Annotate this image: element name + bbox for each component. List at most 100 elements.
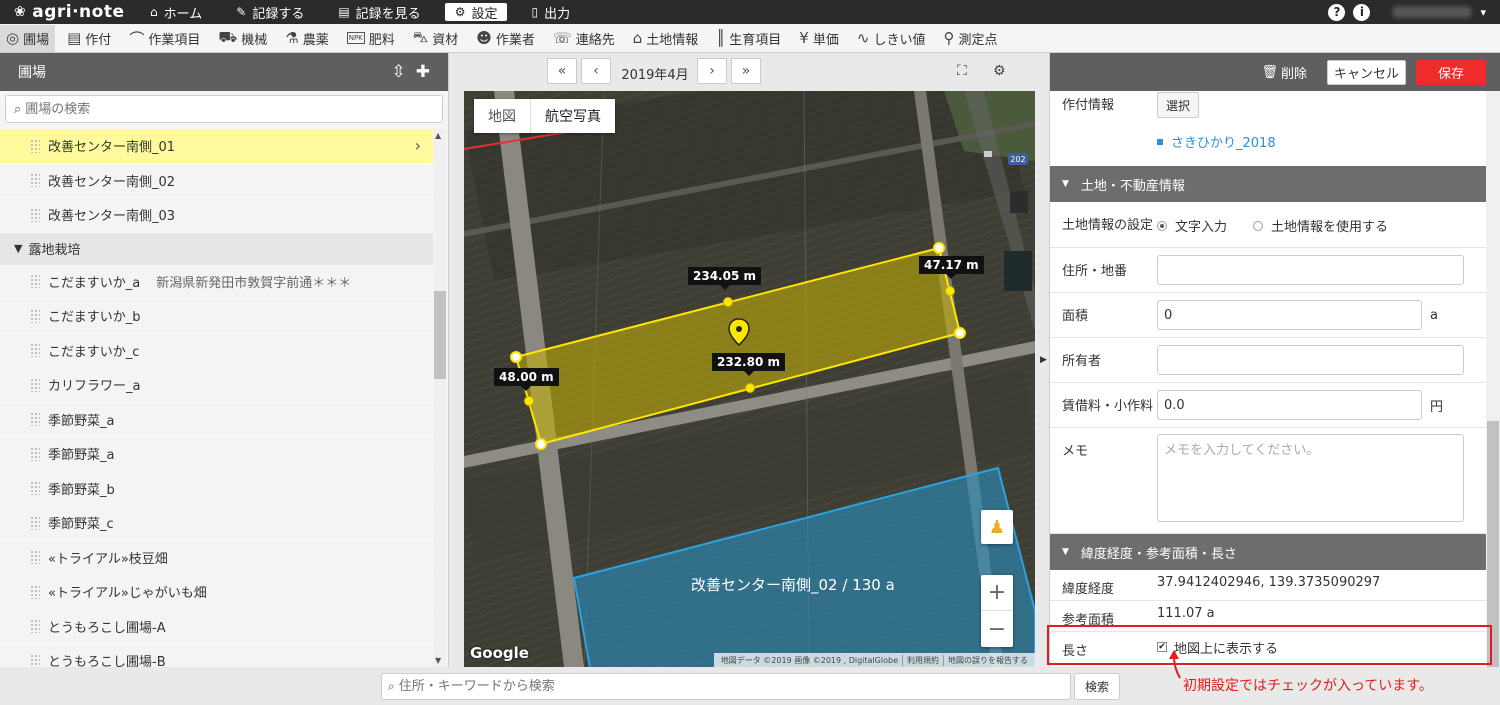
drag-handle-icon[interactable] <box>30 653 40 667</box>
area-input[interactable]: 0 <box>1157 300 1422 330</box>
address-search-input[interactable] <box>398 679 1064 694</box>
subnav-item-8[interactable]: ☏ 連絡先 <box>547 25 621 52</box>
cancel-button[interactable]: キャンセル <box>1326 59 1406 85</box>
map-settings-icon[interactable]: ⚙ <box>993 63 1006 79</box>
drag-handle-icon[interactable] <box>30 619 40 634</box>
crop-select-button[interactable]: 選択 <box>1157 92 1200 118</box>
prev-year-button[interactable]: « <box>547 58 577 84</box>
map-type-map-button[interactable]: 地図 <box>474 99 531 133</box>
next-year-button[interactable]: » <box>731 58 761 84</box>
address-search-button[interactable]: 検索 <box>1074 673 1120 700</box>
collapse-right-icon[interactable]: ▶ <box>1040 355 1047 365</box>
geo-section-header[interactable]: ▼ 緯度経度・参考面積・長さ <box>1050 534 1486 570</box>
detail-scrollbar[interactable] <box>1486 91 1500 667</box>
field-list-item[interactable]: とうもろこし圃場-A <box>0 610 433 644</box>
drag-handle-icon[interactable] <box>30 343 40 358</box>
address-search: ⌕ <box>381 673 1071 700</box>
drag-handle-icon[interactable] <box>30 138 40 153</box>
field-list-item[interactable]: 改善センター南側_03 <box>0 198 433 233</box>
drag-handle-icon[interactable] <box>30 207 40 222</box>
next-month-button[interactable]: › <box>697 58 727 84</box>
prev-month-button[interactable]: ‹ <box>581 58 611 84</box>
subnav-item-0[interactable]: ◎ 圃場 <box>0 24 56 52</box>
topnav-item-4[interactable]: ▯ 出力 <box>521 3 580 22</box>
fullscreen-icon[interactable]: ⛶ <box>957 63 967 79</box>
scroll-down-icon[interactable]: ▼ <box>435 656 441 665</box>
field-list-item[interactable]: «トライアル»じゃがいも畑 <box>0 575 433 610</box>
topnav-item-2[interactable]: ▤ 記録を見る <box>328 3 430 22</box>
subnav-item-2[interactable]: ⌒ 作業項目 <box>123 25 206 52</box>
drag-handle-icon[interactable] <box>30 481 40 496</box>
topnav-item-1[interactable]: ✎ 記録する <box>226 3 314 22</box>
scrollbar-thumb[interactable] <box>434 291 446 379</box>
app-logo[interactable]: ❀ agri·note <box>0 2 140 22</box>
address-input[interactable] <box>1157 255 1464 285</box>
field-list-item[interactable]: こだますいか_a 新潟県新発田市敦賀字前通＊＊＊ <box>0 265 433 299</box>
satellite-map[interactable]: 202 地図 航空写真 234.05 m 47.17 m 48.00 m 232… <box>464 91 1035 667</box>
user-menu[interactable] <box>1392 6 1473 18</box>
field-list-item[interactable]: こだますいか_b <box>0 299 433 334</box>
field-list-item[interactable]: 季節野菜_a <box>0 437 433 472</box>
chevron-down-icon[interactable]: ▾ <box>1480 6 1486 19</box>
zoom-in-button[interactable]: + <box>981 575 1013 611</box>
subnav-item-9[interactable]: ⌂ 土地情報 <box>627 25 705 52</box>
drag-handle-icon[interactable] <box>30 446 40 461</box>
drag-handle-icon[interactable] <box>30 584 40 599</box>
crop-link[interactable]: さきひかり_2018 <box>1157 132 1276 151</box>
field-list-item[interactable]: 改善センター南側_01 › <box>0 129 433 164</box>
drag-handle-icon[interactable] <box>30 412 40 427</box>
field-list-item[interactable]: 季節野菜_b <box>0 472 433 506</box>
radio-use-land-info[interactable] <box>1253 220 1264 231</box>
zoom-out-button[interactable]: − <box>981 611 1013 647</box>
attribution-item[interactable]: 地図の誤りを報告する <box>943 654 1032 666</box>
subnav-item-12[interactable]: ∿ しきい値 <box>851 25 932 52</box>
subnav-item-11[interactable]: ¥ 単価 <box>793 25 845 52</box>
owner-input[interactable] <box>1157 345 1464 375</box>
attribution-item[interactable]: 利用規約 <box>902 654 943 666</box>
help-icon[interactable]: ? <box>1328 3 1346 21</box>
field-list-scrollbar[interactable]: ▲ ▼ <box>434 129 446 667</box>
drag-handle-icon[interactable] <box>30 550 40 565</box>
subnav-item-7[interactable]: ☻ 作業者 <box>470 25 541 52</box>
topnav-item-3[interactable]: ⚙ 設定 <box>444 3 508 22</box>
field-list-item[interactable]: «トライアル»枝豆畑 <box>0 541 433 575</box>
subnav-item-3[interactable]: ⛟ 機械 <box>212 25 273 52</box>
worker-icon: ☻ <box>476 29 492 47</box>
memo-textarea[interactable]: メモを入力してください。 <box>1157 434 1464 522</box>
memo-row: メモ メモを入力してください。 <box>1050 428 1486 534</box>
scroll-up-icon[interactable]: ▲ <box>435 131 441 140</box>
field-list-item[interactable]: 季節野菜_a <box>0 403 433 437</box>
field-list-item[interactable]: カリフラワー_a <box>0 368 433 403</box>
field-search-input[interactable] <box>25 101 434 117</box>
add-field-button[interactable]: ✚ <box>416 62 430 82</box>
street-view-pegman-icon[interactable]: ♟ <box>981 510 1013 544</box>
land-info-section-header[interactable]: ▼ 土地・不動産情報 <box>1050 166 1486 202</box>
subnav-item-13[interactable]: ⚲ 測定点 <box>937 25 1003 52</box>
subnav-item-6[interactable]: ⛍ 資材 <box>407 25 464 52</box>
subnav-item-1[interactable]: ▤ 作付 <box>61 25 117 52</box>
field-list-item[interactable]: 改善センター南側_02 <box>0 164 433 198</box>
drag-handle-icon[interactable] <box>30 515 40 530</box>
subnav-item-4[interactable]: ⚗ 農薬 <box>279 25 334 52</box>
field-list-item[interactable]: 季節野菜_c <box>0 506 433 541</box>
info-icon[interactable]: i <box>1353 3 1371 21</box>
drag-handle-icon[interactable] <box>30 173 40 188</box>
save-button[interactable]: 保存 <box>1416 59 1486 85</box>
drag-handle-icon[interactable] <box>30 377 40 392</box>
triangle-down-icon: ▼ <box>14 242 23 255</box>
list-icon: ▤ <box>67 29 82 47</box>
radio-text-input[interactable] <box>1157 220 1167 231</box>
sort-icon[interactable]: ⇳ <box>392 62 406 82</box>
delete-button[interactable]: 🗑 削除 <box>1261 63 1307 82</box>
subnav-item-5[interactable]: NPK 肥料 <box>341 25 401 52</box>
subnav-item-10[interactable]: ║ 生育項目 <box>710 25 787 52</box>
topnav-item-0[interactable]: ⌂ ホーム <box>140 3 212 22</box>
map-type-satellite-button[interactable]: 航空写真 <box>531 99 615 133</box>
field-list-item[interactable]: とうもろこし圃場-B <box>0 644 433 667</box>
rent-input[interactable]: 0.0 <box>1157 390 1422 420</box>
field-group-header[interactable]: ▼ 露地栽培 <box>0 232 433 265</box>
drag-handle-icon[interactable] <box>30 308 40 323</box>
drag-handle-icon[interactable] <box>30 274 40 289</box>
field-list-item[interactable]: こだますいか_c <box>0 334 433 368</box>
field-list-title: 圃場 <box>18 65 46 81</box>
